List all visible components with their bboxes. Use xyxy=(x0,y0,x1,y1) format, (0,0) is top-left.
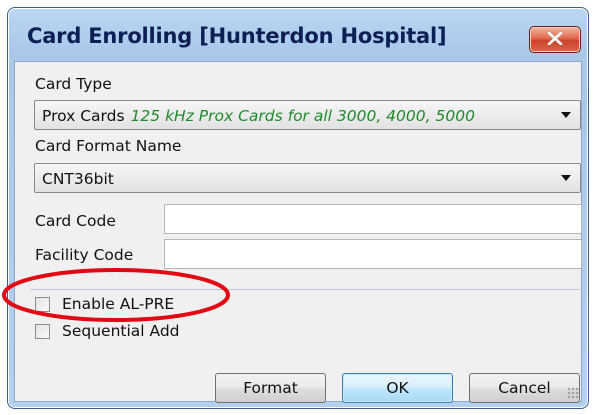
card-code-input[interactable] xyxy=(164,204,582,234)
sequential-add-label: Sequential Add xyxy=(62,322,180,340)
chevron-down-icon xyxy=(561,175,571,181)
card-format-dropdown[interactable]: CNT36bit xyxy=(34,163,581,193)
enable-al-pre-checkbox[interactable] xyxy=(35,297,50,312)
card-format-value: CNT36bit xyxy=(42,170,114,188)
title-bar[interactable]: Card Enrolling [Hunterdon Hospital] xyxy=(8,8,588,64)
sequential-add-option[interactable]: Sequential Add xyxy=(35,322,235,344)
dialog-content: Card Type Prox Cards 125 kHz Prox Cards f… xyxy=(14,61,582,403)
card-type-description: 125 kHz Prox Cards for all 3000, 4000, 5… xyxy=(130,107,475,125)
enable-al-pre-label: Enable AL-PRE xyxy=(62,295,175,313)
enable-al-pre-option[interactable]: Enable AL-PRE xyxy=(35,295,235,317)
card-format-label: Card Format Name xyxy=(35,137,182,155)
card-type-dropdown[interactable]: Prox Cards 125 kHz Prox Cards for all 300… xyxy=(34,100,581,130)
sequential-add-checkbox[interactable] xyxy=(35,324,50,339)
ok-button[interactable]: OK xyxy=(342,373,453,403)
facility-code-label: Facility Code xyxy=(35,246,134,264)
chevron-down-icon xyxy=(561,112,571,118)
card-type-label: Card Type xyxy=(35,75,112,93)
card-type-selected: Prox Cards 125 kHz Prox Cards for all 300… xyxy=(42,107,475,125)
resize-grip[interactable] xyxy=(567,387,579,399)
cancel-button[interactable]: Cancel xyxy=(469,373,580,403)
dialog-title: Card Enrolling [Hunterdon Hospital] xyxy=(27,24,447,48)
divider xyxy=(30,289,580,290)
card-code-label: Card Code xyxy=(35,212,116,230)
card-enrolling-dialog: Card Enrolling [Hunterdon Hospital] Card… xyxy=(7,7,589,409)
close-x-icon xyxy=(547,32,563,45)
facility-code-input[interactable] xyxy=(164,239,582,269)
format-button[interactable]: Format xyxy=(215,373,326,403)
card-type-value: Prox Cards xyxy=(42,107,125,125)
close-button[interactable] xyxy=(529,26,581,53)
